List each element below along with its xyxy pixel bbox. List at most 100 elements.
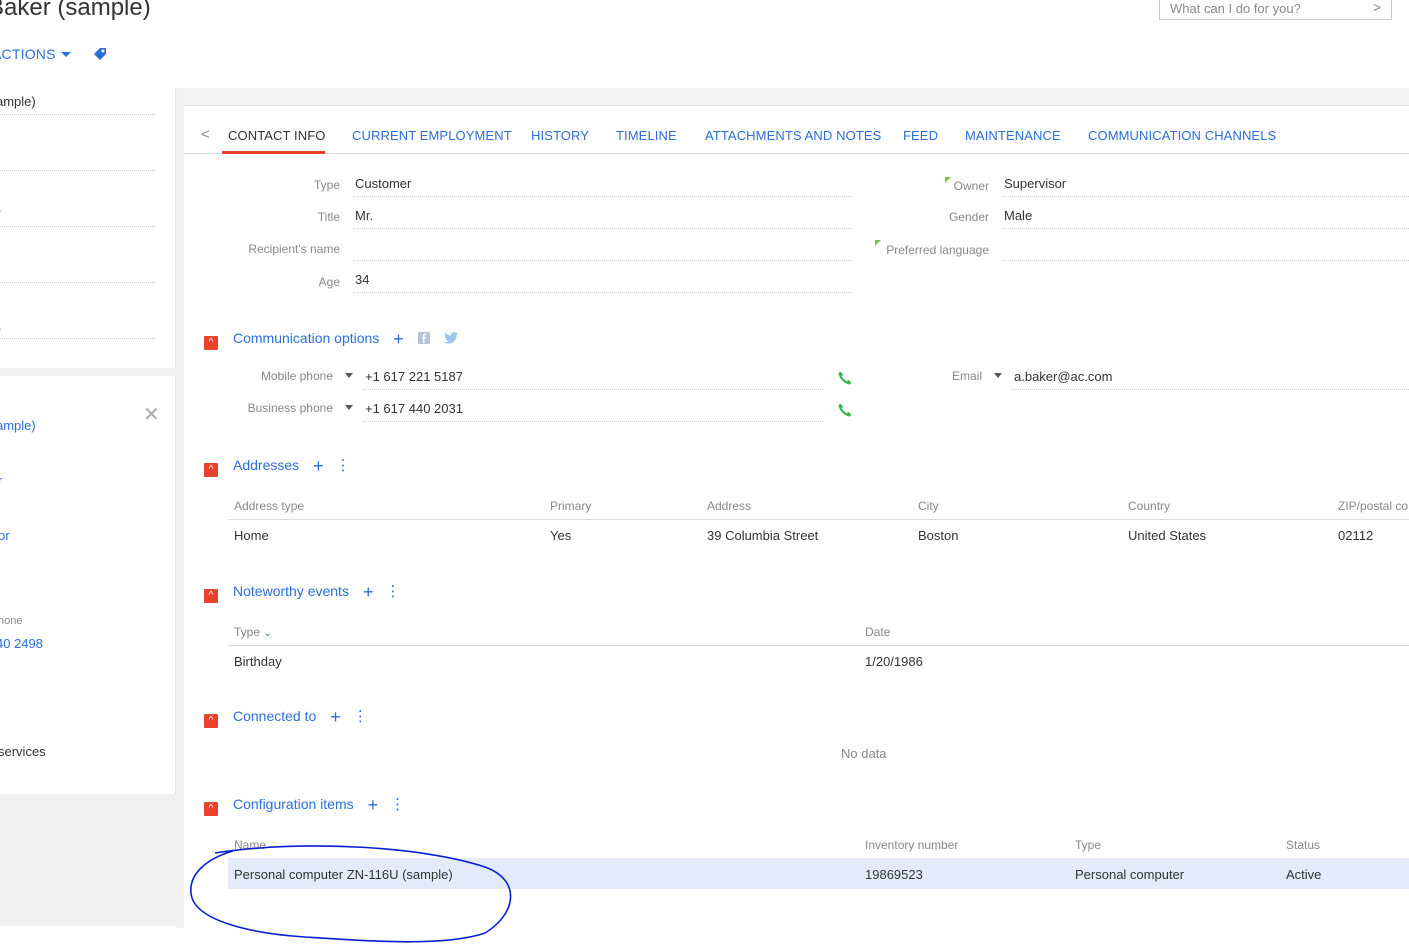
collapse-icon[interactable]: ^ [204, 463, 218, 477]
sort-down-icon[interactable]: ⌄ [263, 628, 271, 639]
email-value[interactable]: a.baker@ac.com [1014, 369, 1112, 384]
address-cell[interactable]: Home [234, 528, 269, 543]
more-options-icon[interactable]: ⋮ [353, 708, 368, 725]
email-label: Email [951, 369, 982, 383]
caret-down-icon [60, 52, 71, 57]
more-options-icon[interactable]: ⋮ [390, 796, 405, 813]
address-cell[interactable]: Yes [550, 528, 571, 543]
address-cell[interactable]: United States [1128, 528, 1206, 543]
type-label: Type [313, 178, 340, 192]
add-icon[interactable]: + [363, 582, 374, 602]
add-icon[interactable]: + [368, 795, 379, 815]
dropdown-icon[interactable] [345, 373, 353, 378]
connected-section-header: ^ Connected to + ⋮ [204, 707, 368, 728]
column-header[interactable]: Address [707, 499, 751, 513]
addresses-title[interactable]: Addresses [233, 457, 299, 473]
add-icon[interactable]: + [330, 707, 341, 727]
left-services-text: services [0, 744, 46, 759]
column-header[interactable]: Type [1075, 838, 1101, 852]
column-header[interactable]: Status [1286, 838, 1320, 852]
addresses-section-header: ^ Addresses + ⋮ [204, 456, 351, 477]
tab-attachments-notes[interactable]: ATTACHMENTS AND NOTES [705, 128, 881, 143]
age-value[interactable]: 34 [355, 272, 369, 287]
business-phone-value[interactable]: +1 617 440 2031 [365, 401, 463, 416]
more-options-icon[interactable]: ⋮ [336, 457, 351, 474]
communication-title[interactable]: Communication options [233, 330, 379, 346]
event-cell[interactable]: Birthday [234, 654, 282, 669]
page-title: Baker (sample) [0, 0, 151, 21]
chevron-right-icon[interactable]: > [1373, 0, 1381, 15]
collapse-icon[interactable]: ^ [204, 589, 218, 603]
actions-button[interactable]: ACTIONS [0, 46, 71, 62]
business-phone-label: Business phone [247, 401, 333, 415]
twitter-icon[interactable] [443, 332, 458, 344]
address-cell[interactable]: 39 Columbia Street [707, 528, 818, 543]
events-section-header: ^ Noteworthy events + ⋮ [204, 582, 400, 603]
column-header[interactable]: Inventory number [865, 838, 958, 852]
column-header[interactable]: Address type [234, 499, 304, 513]
event-cell[interactable]: 1/20/1986 [865, 654, 923, 669]
address-cell[interactable]: Boston [918, 528, 958, 543]
collapse-icon[interactable]: ^ [204, 802, 218, 816]
tab-timeline[interactable]: TIMELINE [616, 128, 677, 143]
facebook-icon[interactable] [417, 332, 430, 344]
add-icon[interactable]: + [393, 329, 404, 349]
column-header[interactable]: Country [1128, 499, 1170, 513]
column-header[interactable]: Primary [550, 499, 591, 513]
chevron-left-icon[interactable]: < [201, 126, 210, 143]
gender-label: Gender [948, 210, 989, 224]
phone-call-icon[interactable] [837, 370, 853, 386]
owner-value[interactable]: Supervisor [1004, 176, 1066, 191]
tab-history[interactable]: HISTORY [531, 128, 589, 143]
dropdown-icon[interactable] [345, 405, 353, 410]
left-link-account[interactable]: ample) [0, 418, 36, 433]
collapse-icon[interactable]: ^ [204, 336, 218, 350]
gender-value[interactable]: Male [1004, 208, 1032, 223]
column-header[interactable]: City [918, 499, 939, 513]
required-marker [875, 240, 881, 246]
events-title[interactable]: Noteworthy events [233, 583, 349, 599]
tag-icon[interactable] [92, 46, 108, 62]
left-item-name: ample) [0, 94, 36, 109]
age-label: Age [318, 275, 340, 289]
phone-call-icon[interactable] [837, 402, 853, 418]
address-cell[interactable]: 02112 [1338, 528, 1373, 543]
required-marker [945, 177, 951, 183]
column-header[interactable]: ZIP/postal co [1338, 499, 1408, 513]
panel-divider [176, 88, 184, 928]
config-section-header: ^ Configuration items + ⋮ [204, 795, 405, 816]
recipient-label: Recipient's name [248, 242, 340, 256]
tab-feed[interactable]: FEED [903, 128, 938, 143]
search-input[interactable]: What can I do for you? > [1159, 0, 1392, 20]
no-data-message: No data [841, 746, 887, 761]
active-tab-indicator [222, 151, 325, 154]
connected-title[interactable]: Connected to [233, 708, 316, 724]
left-empty-area [0, 794, 176, 926]
close-icon[interactable]: ✕ [143, 402, 160, 427]
tab-contact-info[interactable]: CONTACT INFO [228, 128, 326, 143]
title-value[interactable]: Mr. [355, 208, 373, 223]
config-cell[interactable]: Active [1286, 867, 1321, 882]
tab-bar: < CONTACT INFO CURRENT EMPLOYMENT HISTOR… [184, 106, 1409, 154]
left-link-owner[interactable]: r [0, 473, 2, 488]
collapse-icon[interactable]: ^ [204, 714, 218, 728]
mobile-phone-value[interactable]: +1 617 221 5187 [365, 369, 463, 384]
left-gap [0, 368, 176, 376]
left-link-supervisor[interactable]: or [0, 528, 10, 543]
language-label: Preferred language [886, 243, 989, 257]
type-value[interactable]: Customer [355, 176, 411, 191]
dropdown-icon[interactable] [994, 373, 1002, 378]
column-header[interactable]: Type ⌄ [234, 625, 272, 639]
config-title[interactable]: Configuration items [233, 796, 354, 812]
tab-current-employment[interactable]: CURRENT EMPLOYMENT [352, 128, 512, 143]
column-header[interactable]: Date [865, 625, 890, 639]
more-options-icon[interactable]: ⋮ [385, 583, 400, 600]
search-placeholder: What can I do for you? [1170, 1, 1301, 16]
left-phone-value[interactable]: 40 2498 [0, 636, 43, 651]
tab-maintenance[interactable]: MAINTENANCE [965, 128, 1061, 143]
tab-communication-channels[interactable]: COMMUNICATION CHANNELS [1088, 128, 1276, 143]
add-icon[interactable]: + [313, 456, 324, 476]
config-cell[interactable]: Personal computer [1075, 867, 1184, 882]
owner-label: Owner [953, 179, 989, 193]
config-cell[interactable]: 19869523 [865, 867, 923, 882]
